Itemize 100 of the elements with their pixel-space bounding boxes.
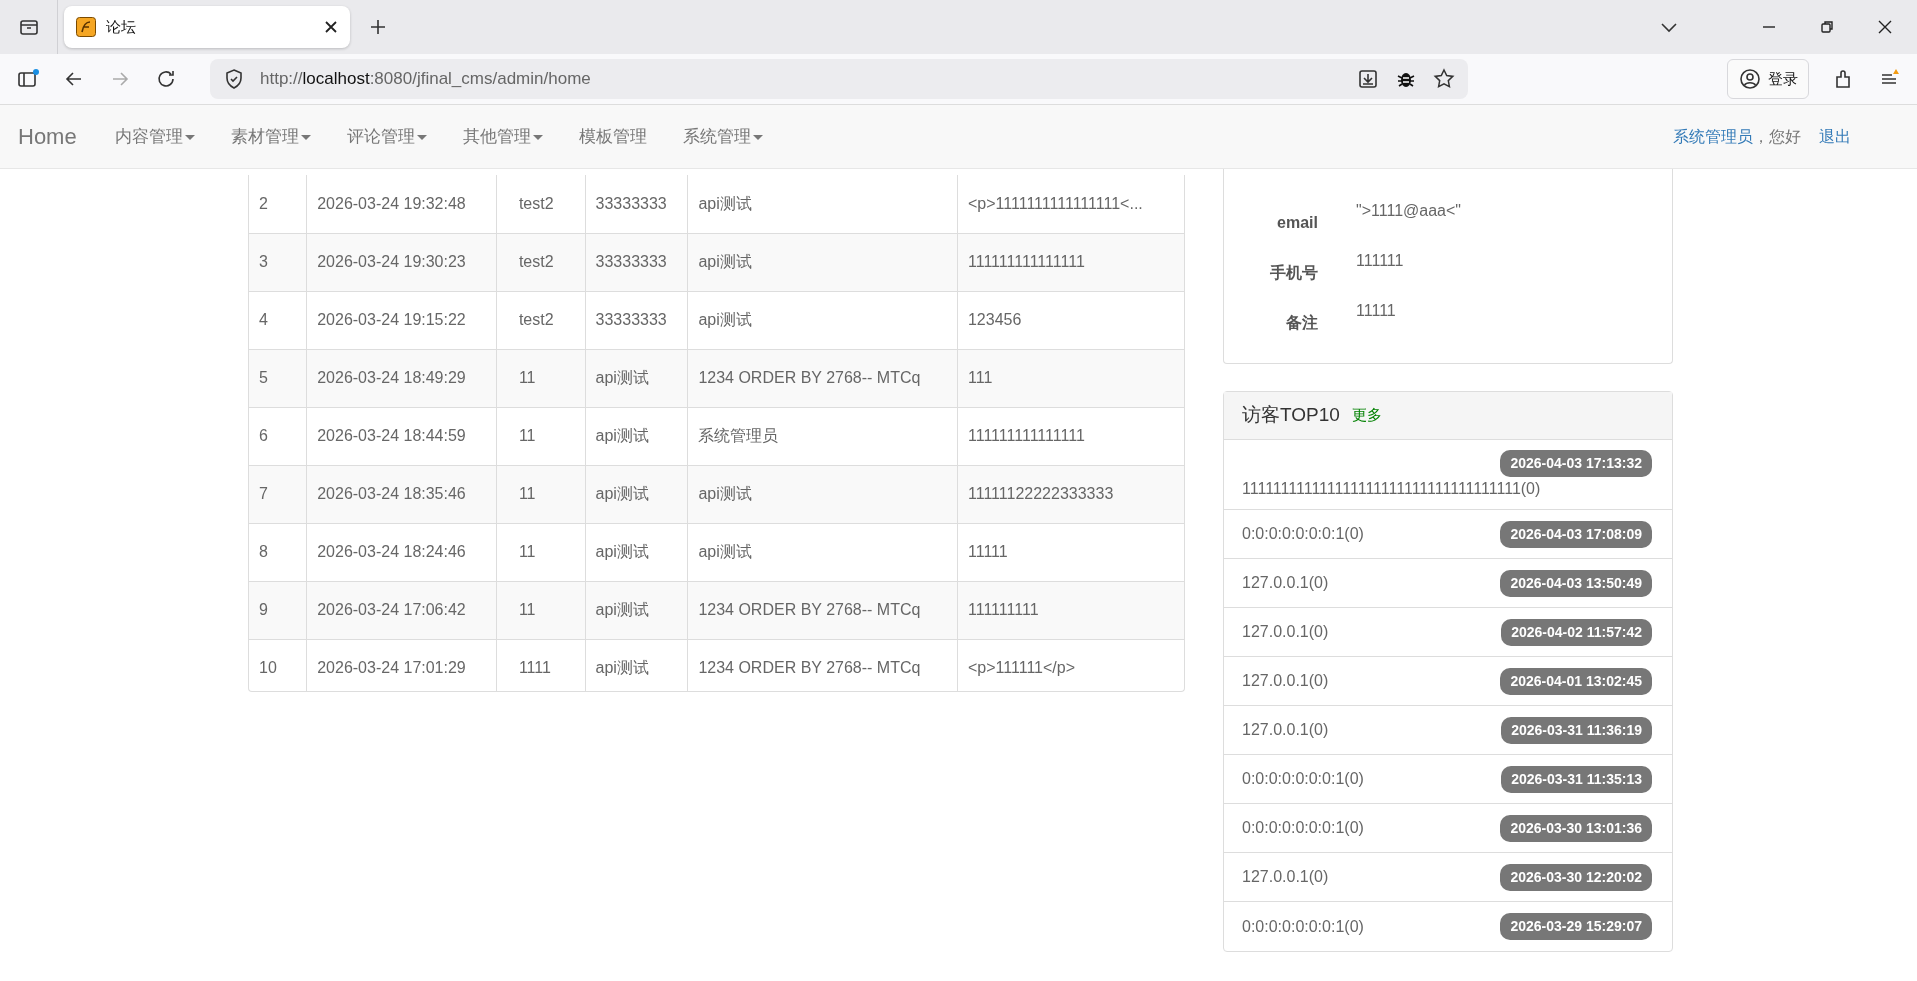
browser-tab[interactable]: 论坛 — [64, 6, 350, 48]
visitor-name: 127.0.0.1(0) — [1242, 671, 1329, 691]
visitor-row[interactable]: 0:0:0:0:0:0:0:1(0) 2026-04-03 17:08:09 — [1224, 510, 1672, 559]
visitor-row[interactable]: 0:0:0:0:0:0:0:1(0) 2026-03-30 13:01:36 — [1224, 804, 1672, 853]
visitor-row[interactable]: 0:0:0:0:0:0:0:1(0) 2026-03-29 15:29:07 — [1224, 902, 1672, 951]
table-cell: test2 — [496, 233, 586, 291]
table-cell: 11 — [496, 465, 586, 523]
table-cell: 33333333 — [585, 233, 688, 291]
time-badge: 2026-04-03 17:13:32 — [1500, 450, 1652, 477]
time-badge: 2026-04-03 17:08:09 — [1500, 520, 1652, 548]
visitor-row[interactable]: 127.0.0.1(0) 2026-04-01 13:02:45 — [1224, 657, 1672, 706]
time-badge: 2026-03-31 11:35:13 — [1501, 765, 1652, 793]
table-cell: 11 — [496, 407, 586, 465]
field-label: 备注 — [1285, 313, 1318, 333]
table-cell: 2026-03-24 18:24:46 — [306, 523, 497, 581]
table-cell: 33333333 — [585, 175, 688, 233]
table-cell: 2026-03-24 19:32:48 — [306, 175, 497, 233]
visitor-row[interactable]: 127.0.0.1(0) 2026-04-03 13:50:49 — [1224, 559, 1672, 608]
table-cell: 2026-03-24 18:49:29 — [306, 349, 497, 407]
visitor-name: 127.0.0.1(0) — [1242, 622, 1329, 642]
table-cell: api测试 — [687, 291, 958, 349]
table-cell: api测试 — [585, 407, 688, 465]
table-cell: 系统管理员 — [687, 407, 958, 465]
time-badge: 2026-03-30 12:20:02 — [1500, 863, 1652, 891]
star-icon[interactable] — [1432, 67, 1456, 91]
table-cell: <p>111111</p> — [957, 639, 1184, 691]
table-cell: api测试 — [687, 175, 958, 233]
visitor-row[interactable]: 127.0.0.1(0) 2026-03-30 12:20:02 — [1224, 853, 1672, 902]
caret-icon — [752, 134, 763, 140]
table-cell: test2 — [496, 291, 586, 349]
field-value: 11111 — [1355, 301, 1396, 321]
visitor-row[interactable]: 127.0.0.1(0) 2026-04-02 11:57:42 — [1224, 608, 1672, 657]
caret-icon — [532, 134, 543, 140]
user-link[interactable]: 系统管理员 — [1673, 124, 1753, 149]
download-icon[interactable] — [1356, 67, 1380, 91]
table-cell: 33333333 — [585, 291, 688, 349]
sign-in-button[interactable]: 登录 — [1727, 59, 1809, 99]
nav-menu-item[interactable]: 模板管理 — [560, 123, 665, 150]
table-cell: 11 — [496, 349, 586, 407]
table-cell: 8 — [249, 523, 307, 581]
table-cell: 11 — [496, 523, 586, 581]
caret-icon — [416, 134, 427, 140]
time-badge: 2026-03-30 13:01:36 — [1500, 814, 1652, 842]
visitor-name: 127.0.0.1(0) — [1242, 573, 1329, 593]
nav-menu-item[interactable]: 其他管理 — [444, 123, 561, 150]
table-cell: 7 — [249, 465, 307, 523]
table-cell: 111111111111111 — [957, 233, 1184, 291]
visitor-row[interactable]: 127.0.0.1(0) 2026-03-31 11:36:19 — [1224, 706, 1672, 755]
time-badge: 2026-03-29 15:29:07 — [1500, 913, 1652, 940]
table-cell: api测试 — [585, 349, 688, 407]
table-cell: api测试 — [687, 523, 958, 581]
table-cell: api测试 — [585, 465, 688, 523]
home-link[interactable]: Home — [18, 120, 77, 153]
field-label: email — [1276, 213, 1318, 233]
nav-menu-item[interactable]: 内容管理 — [96, 123, 213, 150]
table-cell: 111 — [957, 349, 1184, 407]
nav-menu-item[interactable]: 评论管理 — [328, 123, 445, 150]
caret-icon — [184, 134, 195, 140]
table-cell: 2026-03-24 19:30:23 — [306, 233, 497, 291]
table-cell: 4 — [249, 291, 307, 349]
table-cell: 10 — [249, 639, 307, 691]
table-cell: 2026-03-24 18:35:46 — [306, 465, 497, 523]
visitor-name: 0:0:0:0:0:0:0:1(0) — [1242, 769, 1364, 789]
table-cell: 2026-03-24 19:15:22 — [306, 291, 497, 349]
visitor-name: 0:0:0:0:0:0:0:1(0) — [1242, 524, 1364, 544]
table-cell: 2 — [249, 175, 307, 233]
table-cell: api测试 — [687, 465, 958, 523]
time-badge: 2026-04-01 13:02:45 — [1500, 667, 1652, 695]
table-cell: <p>1111111111111111<... — [957, 175, 1184, 233]
table-cell: 11111122222333333 — [957, 465, 1184, 523]
table-cell: 1234 ORDER BY 2768-- MTCq — [687, 349, 958, 407]
table-cell: api测试 — [585, 581, 688, 639]
table-cell: 2026-03-24 17:06:42 — [306, 581, 497, 639]
visitor-name: 111111111111111111111111111111111111(0) — [1242, 479, 1542, 499]
visitor-name: 127.0.0.1(0) — [1242, 867, 1329, 887]
table-cell: 2026-03-24 18:44:59 — [306, 407, 497, 465]
visitor-row[interactable]: 111111111111111111111111111111111111(0) 2026-04-03 17:13:32 — [1224, 440, 1672, 510]
field-label: 手机号 — [1269, 263, 1318, 283]
table-cell: 3 — [249, 233, 307, 291]
time-badge: 2026-03-31 11:36:19 — [1501, 716, 1652, 744]
table-cell: 6 — [249, 407, 307, 465]
time-badge: 2026-04-02 11:57:42 — [1501, 618, 1652, 646]
address-bar[interactable]: http://localhost:8080/jfinal_cms/admin/home — [210, 59, 1468, 99]
table-cell: 5 — [249, 349, 307, 407]
table-cell: test2 — [496, 175, 586, 233]
close-tab-icon[interactable] — [324, 20, 338, 34]
nav-menu-item[interactable]: 系统管理 — [664, 123, 781, 150]
table-cell: api测试 — [687, 233, 958, 291]
tab-title: 论坛 — [106, 16, 137, 37]
table-cell: 11 — [496, 581, 586, 639]
greeting-text: ，您好 — [1753, 126, 1801, 147]
site-logo-icon — [76, 17, 96, 37]
logout-link[interactable]: 退出 — [1819, 124, 1851, 149]
url-text: http://localhost:8080/jfinal_cms/admin/home — [260, 68, 592, 91]
more-link[interactable]: 更多 — [1351, 404, 1382, 427]
nav-menu-item[interactable]: 素材管理 — [212, 123, 329, 150]
field-value: 111111 — [1355, 251, 1404, 271]
visitor-row[interactable]: 0:0:0:0:0:0:0:1(0) 2026-03-31 11:35:13 — [1224, 755, 1672, 804]
card-title: 访客TOP10 — [1242, 403, 1340, 428]
table-cell: api测试 — [585, 523, 688, 581]
